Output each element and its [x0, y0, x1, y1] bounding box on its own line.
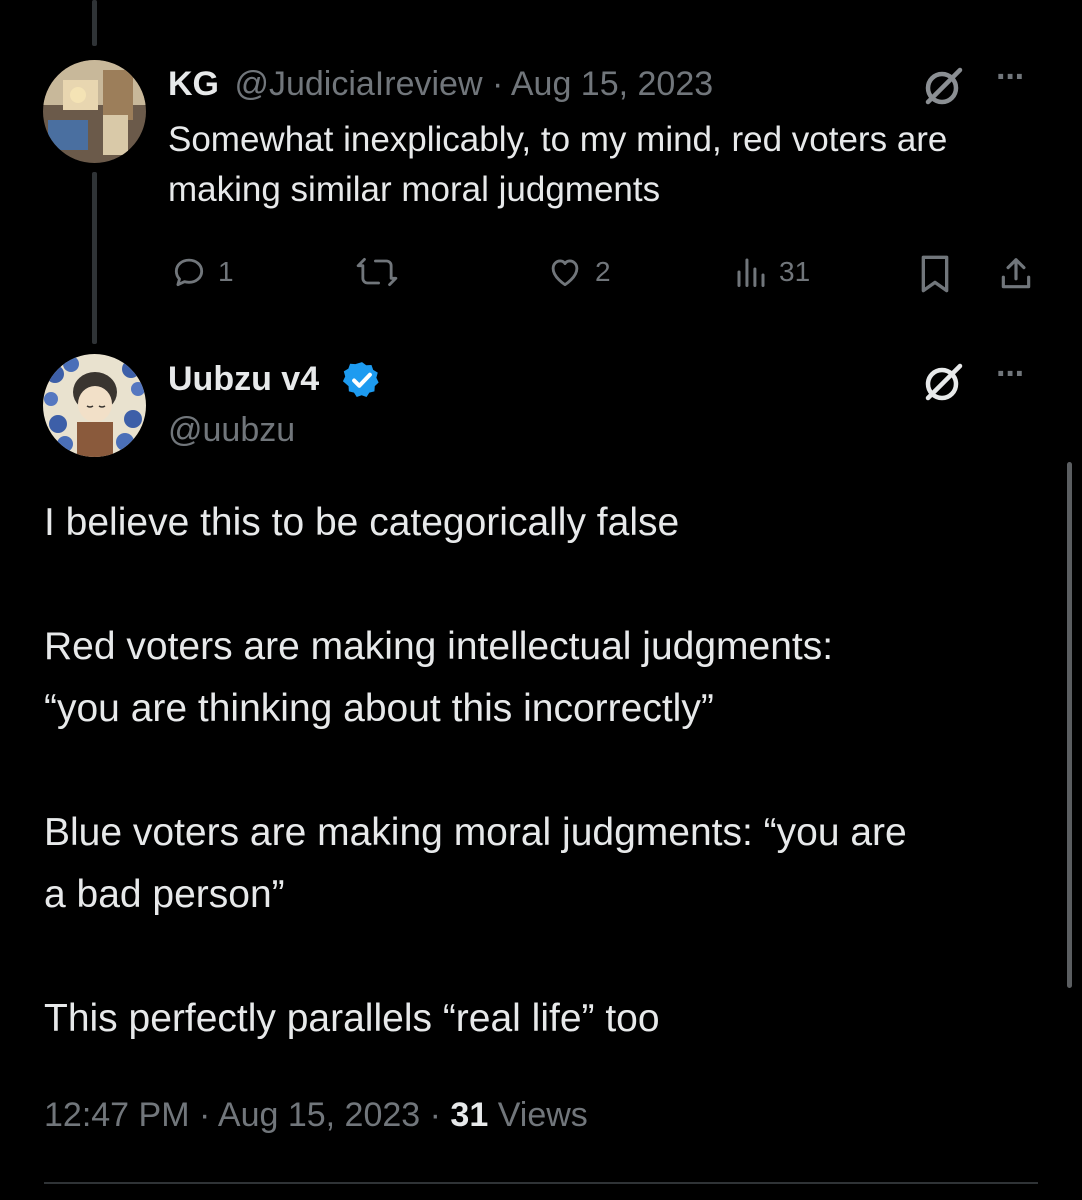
parent-more-icon[interactable]: ··· [996, 58, 1026, 97]
share-icon [1001, 258, 1031, 289]
main-tweet-paragraph-4: This perfectly parallels “real life” too [44, 997, 660, 1040]
parent-tweet-text-line2: making similar moral judgments [168, 170, 661, 209]
bookmark-button[interactable] [914, 253, 956, 295]
views-count-main[interactable]: 31 [450, 1096, 488, 1134]
analytics-icon [737, 258, 765, 287]
retweet-button[interactable] [355, 253, 409, 291]
scrollbar[interactable] [1067, 462, 1072, 988]
grok-icon[interactable] [918, 358, 970, 406]
bookmark-icon [921, 255, 949, 293]
uubzu-avatar[interactable] [43, 354, 146, 457]
meta-separator-1: · [198, 1096, 211, 1134]
parent-handle[interactable]: @JudiciaIreview [234, 65, 482, 103]
thread-line-connector [92, 172, 97, 344]
parent-tweet-text-line1: Somewhat inexplicably, to my mind, red v… [168, 120, 948, 159]
share-button[interactable] [994, 253, 1038, 295]
retweet-icon [356, 258, 398, 286]
views-label: Views [497, 1096, 588, 1134]
kg-avatar[interactable] [43, 60, 146, 163]
tweet-date[interactable]: Aug 15, 2023 [218, 1096, 420, 1134]
views-count: 31 [779, 256, 811, 287]
tweet-time[interactable]: 12:47 PM [44, 1096, 190, 1134]
main-author-name[interactable]: Uubzu v4 [168, 356, 319, 402]
main-handle[interactable]: @uubzu [168, 408, 295, 452]
main-tweet-paragraph-3-line2: a bad person” [44, 873, 285, 916]
reply-count: 1 [218, 256, 234, 287]
meta-separator-2: · [429, 1096, 441, 1134]
tweet-meta: 12:47 PM · Aug 15, 2023 · 31 Views [44, 1092, 588, 1138]
parent-tweet-header: KG @JudiciaIreview · Aug 15, 2023 [168, 62, 713, 106]
parent-separator: · [491, 65, 504, 103]
like-button[interactable]: 2 [545, 253, 611, 291]
grok-icon[interactable] [918, 62, 970, 110]
main-tweet-paragraph-2-line1: Red voters are making intellectual judgm… [44, 625, 834, 668]
main-tweet-paragraph-2-line2: “you are thinking about this incorrectly… [44, 687, 714, 730]
divider [44, 1182, 1038, 1184]
main-more-icon[interactable]: ··· [996, 355, 1026, 394]
main-tweet-paragraph-3-line1: Blue voters are making moral judgments: … [44, 811, 907, 854]
main-tweet-paragraph-1: I believe this to be categorically false [44, 501, 680, 544]
verified-badge-icon [340, 358, 384, 402]
heart-icon [551, 259, 579, 287]
like-count: 2 [595, 256, 611, 287]
parent-author-name[interactable]: KG [168, 65, 219, 103]
reply-button[interactable]: 1 [170, 253, 234, 291]
reply-icon [174, 258, 204, 287]
parent-date[interactable]: Aug 15, 2023 [511, 65, 713, 103]
thread-line-top [92, 0, 97, 46]
views-button[interactable]: 31 [733, 253, 810, 291]
